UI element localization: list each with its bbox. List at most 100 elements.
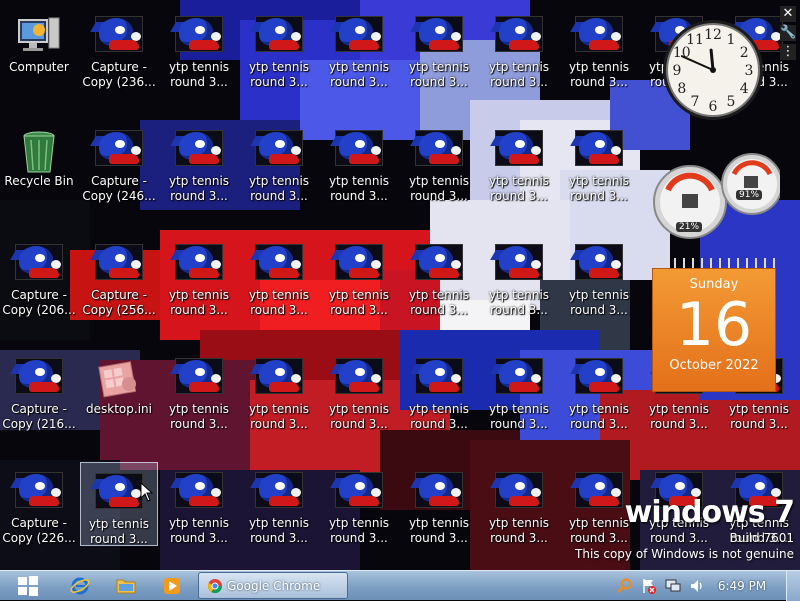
desktop-icon-label: ytp tennis round 3... xyxy=(248,60,310,89)
desktop-icon-label: ytp tennis round 3... xyxy=(488,60,550,89)
video-thumbnail-icon xyxy=(570,358,623,398)
desktop-icon[interactable]: Capture - Copy (236... xyxy=(80,6,158,90)
taskbar-google-chrome[interactable]: Google Chrome xyxy=(198,572,348,599)
desktop-icon[interactable]: ytp tennis round 3... xyxy=(320,6,398,90)
tray-network[interactable] xyxy=(664,577,682,595)
tray-search[interactable] xyxy=(616,577,634,595)
desktop-icon[interactable]: ytp tennis round 3... xyxy=(560,6,638,90)
desktop-icon[interactable]: Capture - Copy (206... xyxy=(0,234,78,318)
memory-chip-icon xyxy=(744,176,758,188)
chrome-task-label: Google Chrome xyxy=(227,578,321,593)
desktop-icon[interactable]: ytp tennis round 3... xyxy=(400,462,478,546)
cpu-usage-value: 21% xyxy=(676,222,703,232)
desktop-icon[interactable]: ytp tennis round 3... xyxy=(400,120,478,204)
video-thumbnail-icon xyxy=(490,244,543,284)
video-thumbnail-icon xyxy=(10,358,63,398)
calendar-gadget[interactable]: Sunday 16 October 2022 xyxy=(652,258,776,392)
video-thumbnail-icon xyxy=(250,244,303,284)
not-genuine-notice: This copy of Windows is not genuine xyxy=(575,547,794,561)
desktop-icon[interactable]: Computer xyxy=(0,6,78,90)
desktop-icon-label: Capture - Copy (246... xyxy=(82,174,156,203)
desktop-icon[interactable]: Capture - Copy (256... xyxy=(80,234,158,318)
taskbar-media-player[interactable] xyxy=(152,573,192,599)
video-thumbnail-icon xyxy=(10,472,63,512)
desktop-icon-label: ytp tennis round 3... xyxy=(168,60,230,89)
desktop-icon[interactable]: ytp tennis round 3... xyxy=(560,120,638,204)
desktop-icon[interactable]: ytp tennis round 3... xyxy=(240,462,318,546)
taskbar-file-explorer[interactable] xyxy=(106,573,146,599)
cpu-meter-gadget[interactable]: 21% 91% xyxy=(650,150,783,240)
video-thumbnail-icon xyxy=(330,130,383,170)
desktop-icon[interactable]: ytp tennis round 3... xyxy=(160,234,238,318)
desktop-icon-label: Capture - Copy (236... xyxy=(82,60,156,89)
desktop-icon-label: ytp tennis round 3... xyxy=(488,402,550,431)
windows-watermark: windows 7 Build 7601 This copy of Window… xyxy=(575,495,795,562)
desktop-icon[interactable]: Capture - Copy (226... xyxy=(0,462,78,546)
desktop-icon[interactable]: ytp tennis round 3... xyxy=(80,462,158,546)
desktop-icon[interactable]: ytp tennis round 3... xyxy=(400,348,478,432)
desktop-icon[interactable]: ytp tennis round 3... xyxy=(160,462,238,546)
desktop-icon[interactable]: ytp tennis round 3... xyxy=(320,462,398,546)
desktop-icon[interactable]: ytp tennis round 3... xyxy=(240,348,318,432)
taskbar: Google Chrome 6:49 PM xyxy=(0,570,800,601)
desktop-icon[interactable]: Capture - Copy (216... xyxy=(0,348,78,432)
show-desktop-button[interactable] xyxy=(786,571,800,601)
desktop-icon-label: ytp tennis round 3... xyxy=(328,174,390,203)
desktop-icon-label: Capture - Copy (256... xyxy=(82,288,156,317)
desktop-icon-label: ytp tennis round 3... xyxy=(728,402,790,431)
tray-volume[interactable] xyxy=(688,577,706,595)
desktop-icon[interactable]: ytp tennis round 3... xyxy=(480,120,558,204)
desktop-icon[interactable]: ytp tennis round 3... xyxy=(400,234,478,318)
windows-logo-icon xyxy=(18,576,38,596)
close-gadget-icon[interactable]: ✕ xyxy=(780,6,796,22)
action-center-icon xyxy=(643,579,656,594)
drag-handle-icon[interactable]: ⋮ xyxy=(780,44,796,60)
recycle-bin-icon xyxy=(15,130,63,173)
desktop-icon[interactable]: ytp tennis round 3... xyxy=(160,6,238,90)
taskbar-internet-explorer[interactable] xyxy=(60,573,100,599)
desktop-icon[interactable]: ytp tennis round 3... xyxy=(160,120,238,204)
memory-usage-value: 91% xyxy=(736,190,763,200)
desktop-icon[interactable]: ytp tennis round 3... xyxy=(320,348,398,432)
desktop-icon-label: desktop.ini xyxy=(86,402,152,416)
video-thumbnail-icon xyxy=(250,358,303,398)
desktop-icon[interactable]: ytp tennis round 3... xyxy=(320,234,398,318)
desktop-icon[interactable]: Recycle Bin xyxy=(0,120,78,204)
desktop-icon[interactable]: ytp tennis round 3... xyxy=(240,120,318,204)
video-thumbnail-icon xyxy=(250,16,303,56)
desktop-icon[interactable]: ytp tennis round 3... xyxy=(240,6,318,90)
desktop-icon[interactable]: ytp tennis round 3... xyxy=(560,348,638,432)
desktop-icon[interactable]: ytp tennis round 3... xyxy=(480,6,558,90)
desktop-icon[interactable]: Capture - Copy (246... xyxy=(80,120,158,204)
desktop-icon[interactable]: ytp tennis round 3... xyxy=(160,348,238,432)
file-explorer-icon xyxy=(116,579,136,594)
desktop-icon[interactable]: ytp tennis round 3... xyxy=(480,234,558,318)
clock-gadget[interactable]: 1234567891011 12 xyxy=(652,18,774,122)
start-button[interactable] xyxy=(8,573,48,599)
desktop-icon-label: ytp tennis round 3... xyxy=(328,516,390,545)
clock-numeral: 6 xyxy=(709,99,718,115)
video-thumbnail-icon xyxy=(330,244,383,284)
build-number: Build 7601 xyxy=(729,531,794,545)
desktop-icon[interactable]: ytp tennis round 3... xyxy=(480,348,558,432)
clock-numeral: 7 xyxy=(691,94,700,110)
clock-numeral: 12 xyxy=(704,27,722,43)
desktop-icon-label: ytp tennis round 3... xyxy=(248,174,310,203)
desktop-icon[interactable]: ytp tennis round 3... xyxy=(320,120,398,204)
desktop-icon-label: ytp tennis round 3... xyxy=(168,516,230,545)
clock-numeral: 2 xyxy=(740,45,749,61)
desktop-icon-label: ytp tennis round 3... xyxy=(248,288,310,317)
desktop-icon[interactable]: ytp tennis round 3... xyxy=(400,6,478,90)
desktop-icon[interactable]: desktop.ini xyxy=(80,348,158,432)
wrench-icon[interactable]: 🔧 xyxy=(780,25,796,41)
windows-logo-text: windows 7 xyxy=(624,495,795,530)
tray-action-center[interactable] xyxy=(640,577,658,595)
desktop-icon[interactable]: ytp tennis round 3... xyxy=(480,462,558,546)
calendar-day-number: 16 xyxy=(675,290,753,360)
desktop-icon[interactable]: ytp tennis round 3... xyxy=(240,234,318,318)
desktop-icon[interactable]: ytp tennis round 3... xyxy=(560,234,638,318)
taskbar-clock[interactable]: 6:49 PM xyxy=(712,571,772,601)
desktop[interactable]: Computer Capture - Copy (236... ytp tennis… xyxy=(0,0,800,570)
video-thumbnail-icon xyxy=(90,244,143,284)
desktop-icon-label: ytp tennis round 3... xyxy=(408,516,470,545)
